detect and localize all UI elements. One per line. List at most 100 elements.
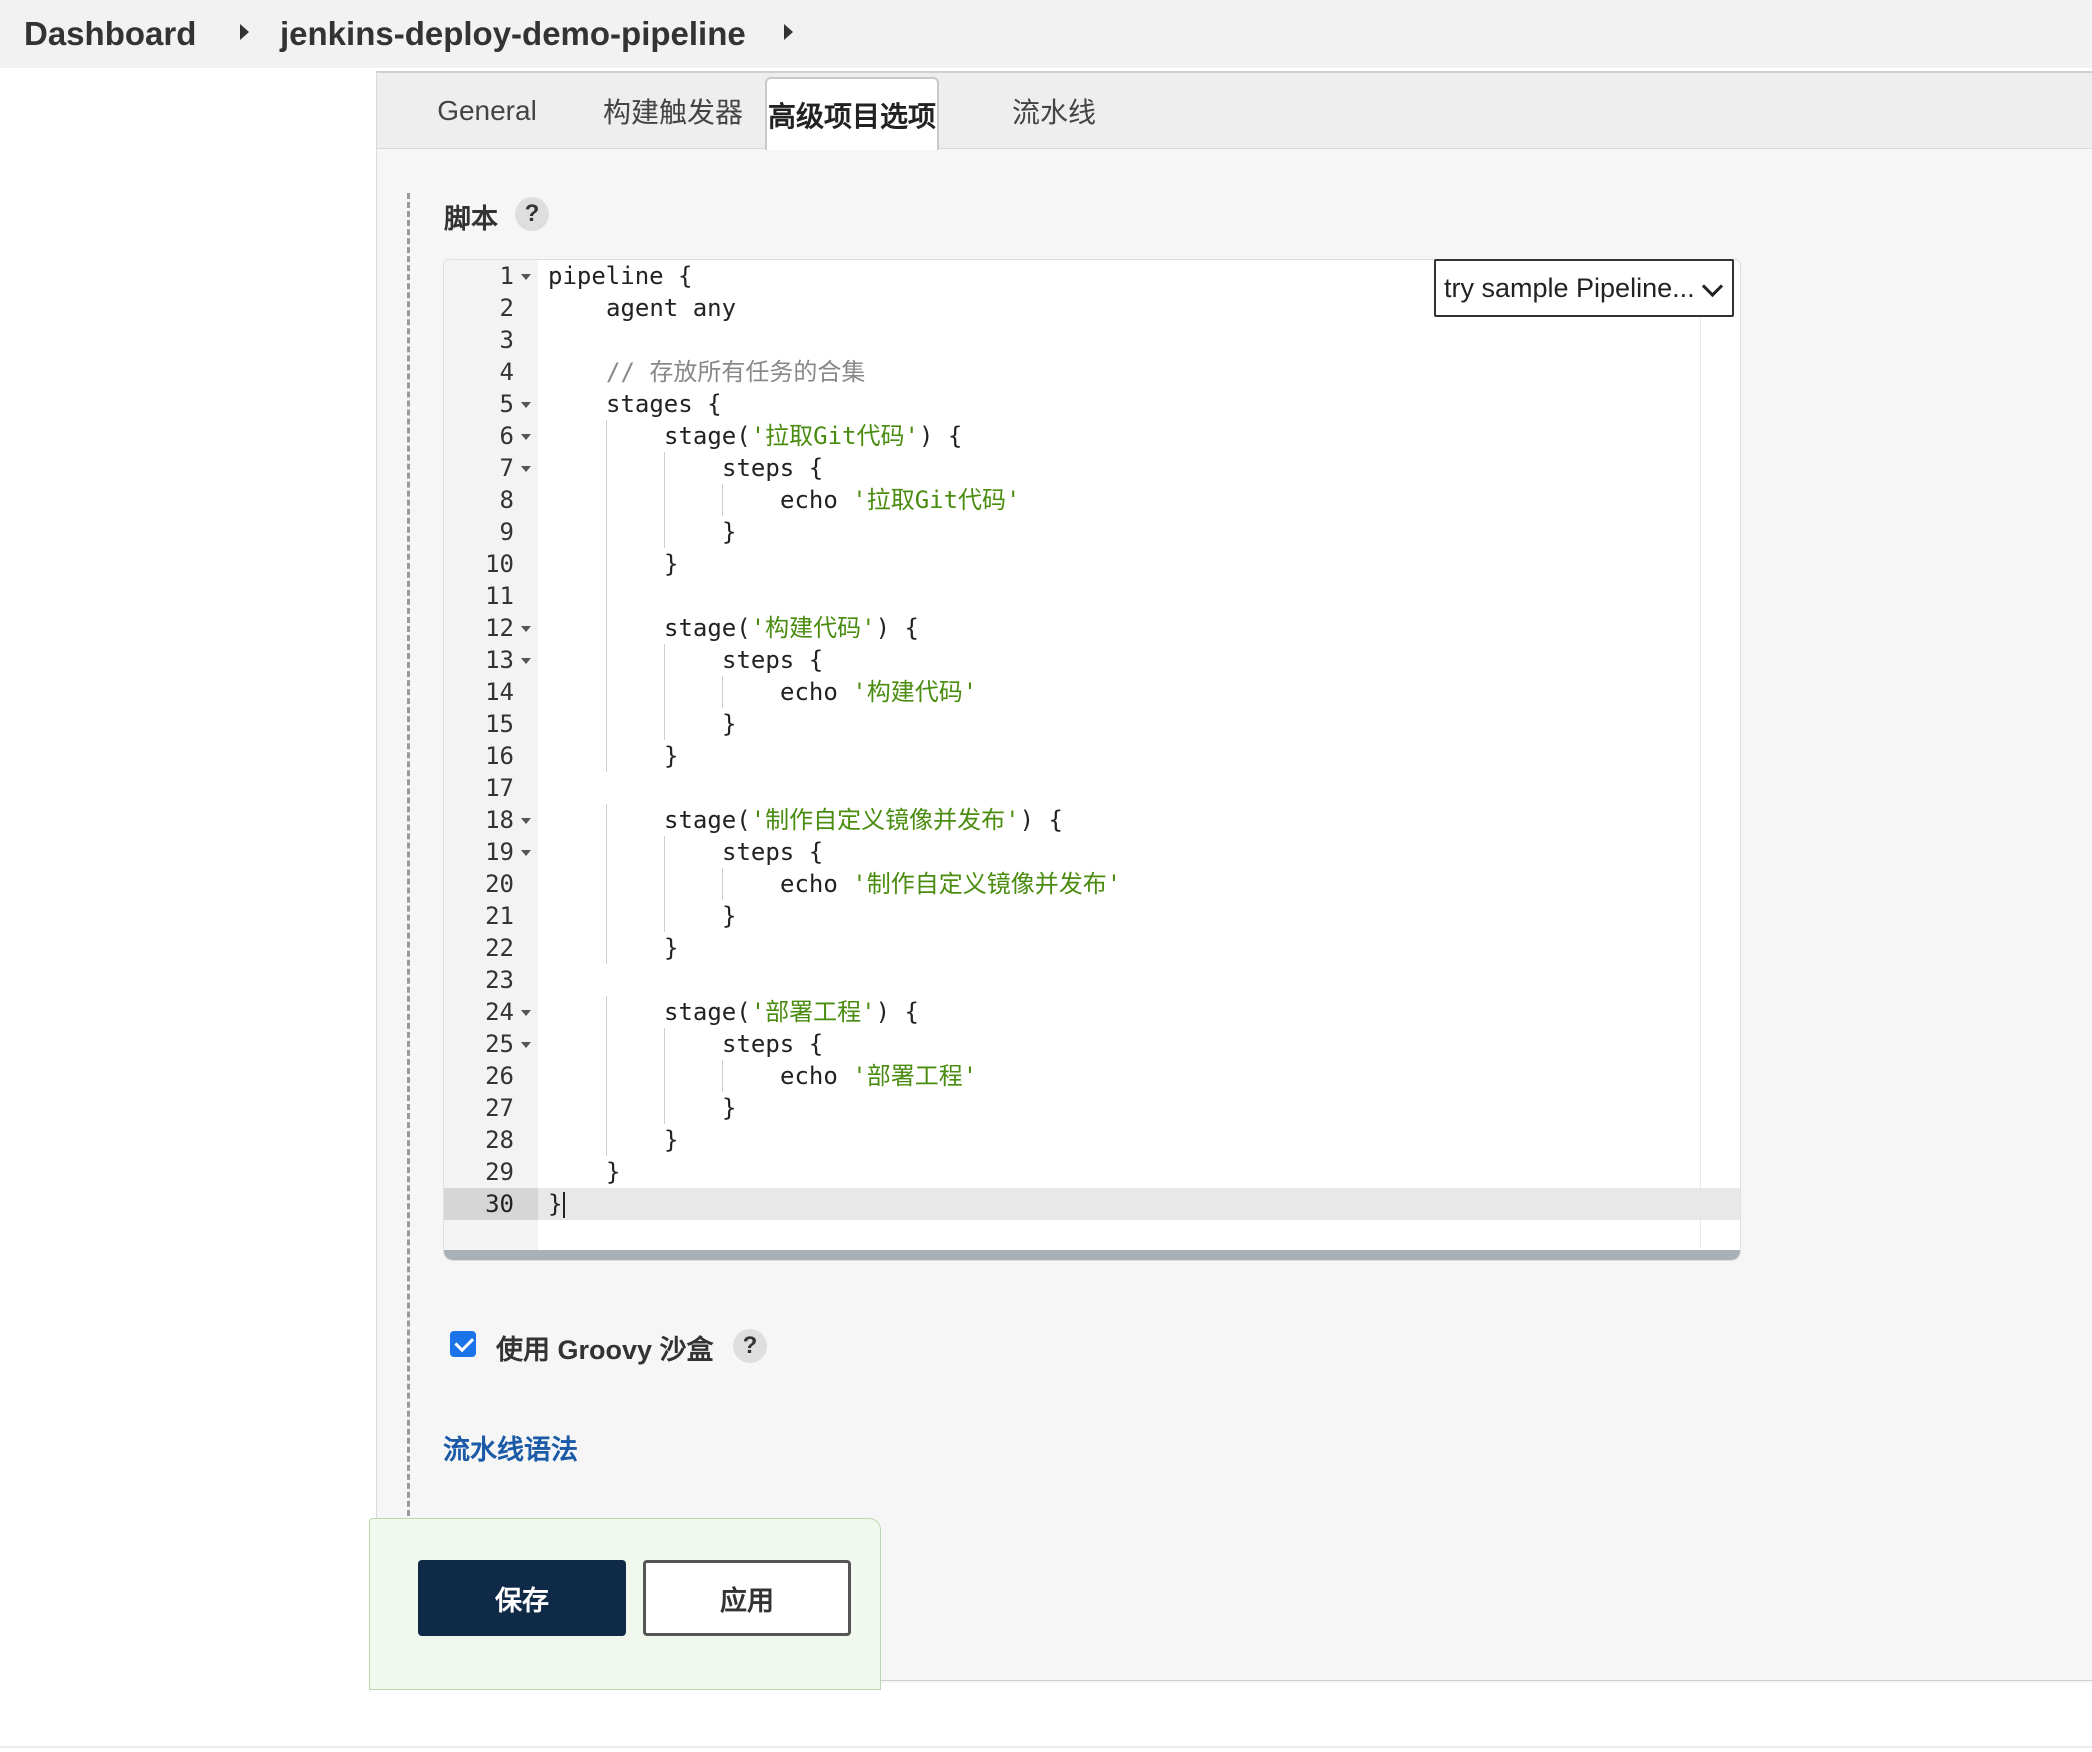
line-number: 28	[485, 1126, 514, 1154]
tab-pipeline[interactable]: 流水线	[969, 73, 1139, 148]
fold-arrow-icon[interactable]	[521, 658, 531, 664]
indent-guide	[664, 900, 665, 932]
breadcrumb: Dashboard jenkins-deploy-demo-pipeline	[0, 0, 2092, 68]
tab-general[interactable]: General	[407, 73, 567, 148]
indent-guide	[606, 708, 607, 740]
code-text: steps {	[722, 646, 824, 674]
indent-guide	[606, 676, 607, 708]
groovy-sandbox-checkbox[interactable]	[450, 1331, 476, 1357]
indent-guide	[722, 676, 723, 708]
indent-guide	[664, 1060, 665, 1092]
code-line: 28 }	[444, 1124, 1740, 1156]
indent-guide	[664, 1028, 665, 1060]
indent-guide	[606, 612, 607, 644]
line-number: 3	[499, 326, 514, 354]
code-line: 20 echo '制作自定义镜像并发布'	[444, 868, 1740, 900]
code-text: steps {	[722, 454, 824, 482]
line-number: 27	[485, 1094, 514, 1122]
code-line: 5 stages {	[444, 388, 1740, 420]
indent-guide	[606, 452, 607, 484]
code-line: 13 steps {	[444, 644, 1740, 676]
breadcrumb-pipeline[interactable]: jenkins-deploy-demo-pipeline	[280, 15, 746, 53]
tab-build-triggers[interactable]: 构建触发器	[573, 73, 773, 148]
indent-guide	[606, 740, 607, 772]
sandbox-help-icon[interactable]: ?	[733, 1329, 767, 1363]
script-help-icon[interactable]: ?	[515, 197, 549, 231]
indent-guide	[722, 868, 723, 900]
fold-arrow-icon[interactable]	[521, 466, 531, 472]
code-line: 24 stage('部署工程') {	[444, 996, 1740, 1028]
try-sample-pipeline-select[interactable]: try sample Pipeline...	[1434, 259, 1734, 317]
fold-arrow-icon[interactable]	[521, 1010, 531, 1016]
code-line: 25 steps {	[444, 1028, 1740, 1060]
indent-guide	[606, 1124, 607, 1156]
code-text: }	[722, 710, 737, 738]
code-text: echo '构建代码'	[780, 678, 978, 706]
line-number: 16	[485, 742, 514, 770]
code-line: 7 steps {	[444, 452, 1740, 484]
code-text: }	[722, 518, 737, 546]
code-line: 18 stage('制作自定义镜像并发布') {	[444, 804, 1740, 836]
code-line: 6 stage('拉取Git代码') {	[444, 420, 1740, 452]
indent-guide	[606, 1092, 607, 1124]
code-line: 27 }	[444, 1092, 1740, 1124]
breadcrumb-dashboard[interactable]: Dashboard	[24, 15, 196, 53]
fold-arrow-icon[interactable]	[521, 274, 531, 280]
indent-guide	[606, 516, 607, 548]
line-number: 11	[485, 582, 514, 610]
code-line: 23	[444, 964, 1740, 996]
indent-guide	[606, 804, 607, 836]
code-line-active: 30 }	[444, 1188, 1740, 1220]
indent-guide	[606, 484, 607, 516]
code-line: 11	[444, 580, 1740, 612]
indent-guide	[606, 580, 607, 612]
code-text: stage('部署工程') {	[664, 998, 919, 1026]
code-comment: // 存放所有任务的合集	[606, 358, 866, 386]
breadcrumb-arrow-icon[interactable]	[240, 24, 249, 40]
config-tabbar: General 构建触发器 高级项目选项 流水线	[377, 73, 2092, 150]
line-number: 26	[485, 1062, 514, 1090]
script-editor[interactable]: 1 pipeline { 2 agent any 3 4 // 存放所有任务的合…	[443, 259, 1741, 1261]
indent-guide	[606, 868, 607, 900]
indent-guide	[722, 1060, 723, 1092]
apply-button[interactable]: 应用	[643, 1560, 851, 1636]
indent-guide	[722, 484, 723, 516]
indent-guide	[606, 420, 607, 452]
fold-arrow-icon[interactable]	[521, 434, 531, 440]
divider	[880, 1680, 2092, 1681]
code-text: steps {	[722, 838, 824, 866]
indent-guide	[664, 452, 665, 484]
script-label: 脚本	[444, 204, 498, 234]
horizontal-scrollbar[interactable]	[444, 1250, 1740, 1260]
fold-arrow-icon[interactable]	[521, 402, 531, 408]
line-number: 30	[444, 1188, 538, 1220]
divider	[0, 1746, 2092, 1748]
line-number: 14	[485, 678, 514, 706]
code-text: }	[722, 902, 737, 930]
tab-advanced-options[interactable]: 高级项目选项	[765, 77, 939, 150]
save-button[interactable]: 保存	[418, 1560, 626, 1636]
checkmark-icon	[453, 1331, 474, 1352]
code-text: echo '部署工程'	[780, 1062, 978, 1090]
fold-arrow-icon[interactable]	[521, 1042, 531, 1048]
line-number: 23	[485, 966, 514, 994]
fold-arrow-icon[interactable]	[521, 818, 531, 824]
breadcrumb-arrow-icon[interactable]	[784, 24, 793, 40]
fold-arrow-icon[interactable]	[521, 850, 531, 856]
line-number: 22	[485, 934, 514, 962]
code-line: 12 stage('构建代码') {	[444, 612, 1740, 644]
line-number: 8	[499, 486, 514, 514]
line-number: 21	[485, 902, 514, 930]
code-line: 3	[444, 324, 1740, 356]
code-text: pipeline {	[548, 262, 693, 290]
indent-guide	[664, 484, 665, 516]
fold-arrow-icon[interactable]	[521, 626, 531, 632]
pipeline-syntax-link[interactable]: 流水线语法	[443, 1428, 578, 1467]
code-line: 14 echo '构建代码'	[444, 676, 1740, 708]
indent-guide	[606, 1028, 607, 1060]
code-text: agent any	[606, 294, 737, 322]
code-text: }	[664, 550, 679, 578]
indent-guide	[606, 932, 607, 964]
line-number: 9	[499, 518, 514, 546]
code-line: 16 }	[444, 740, 1740, 772]
